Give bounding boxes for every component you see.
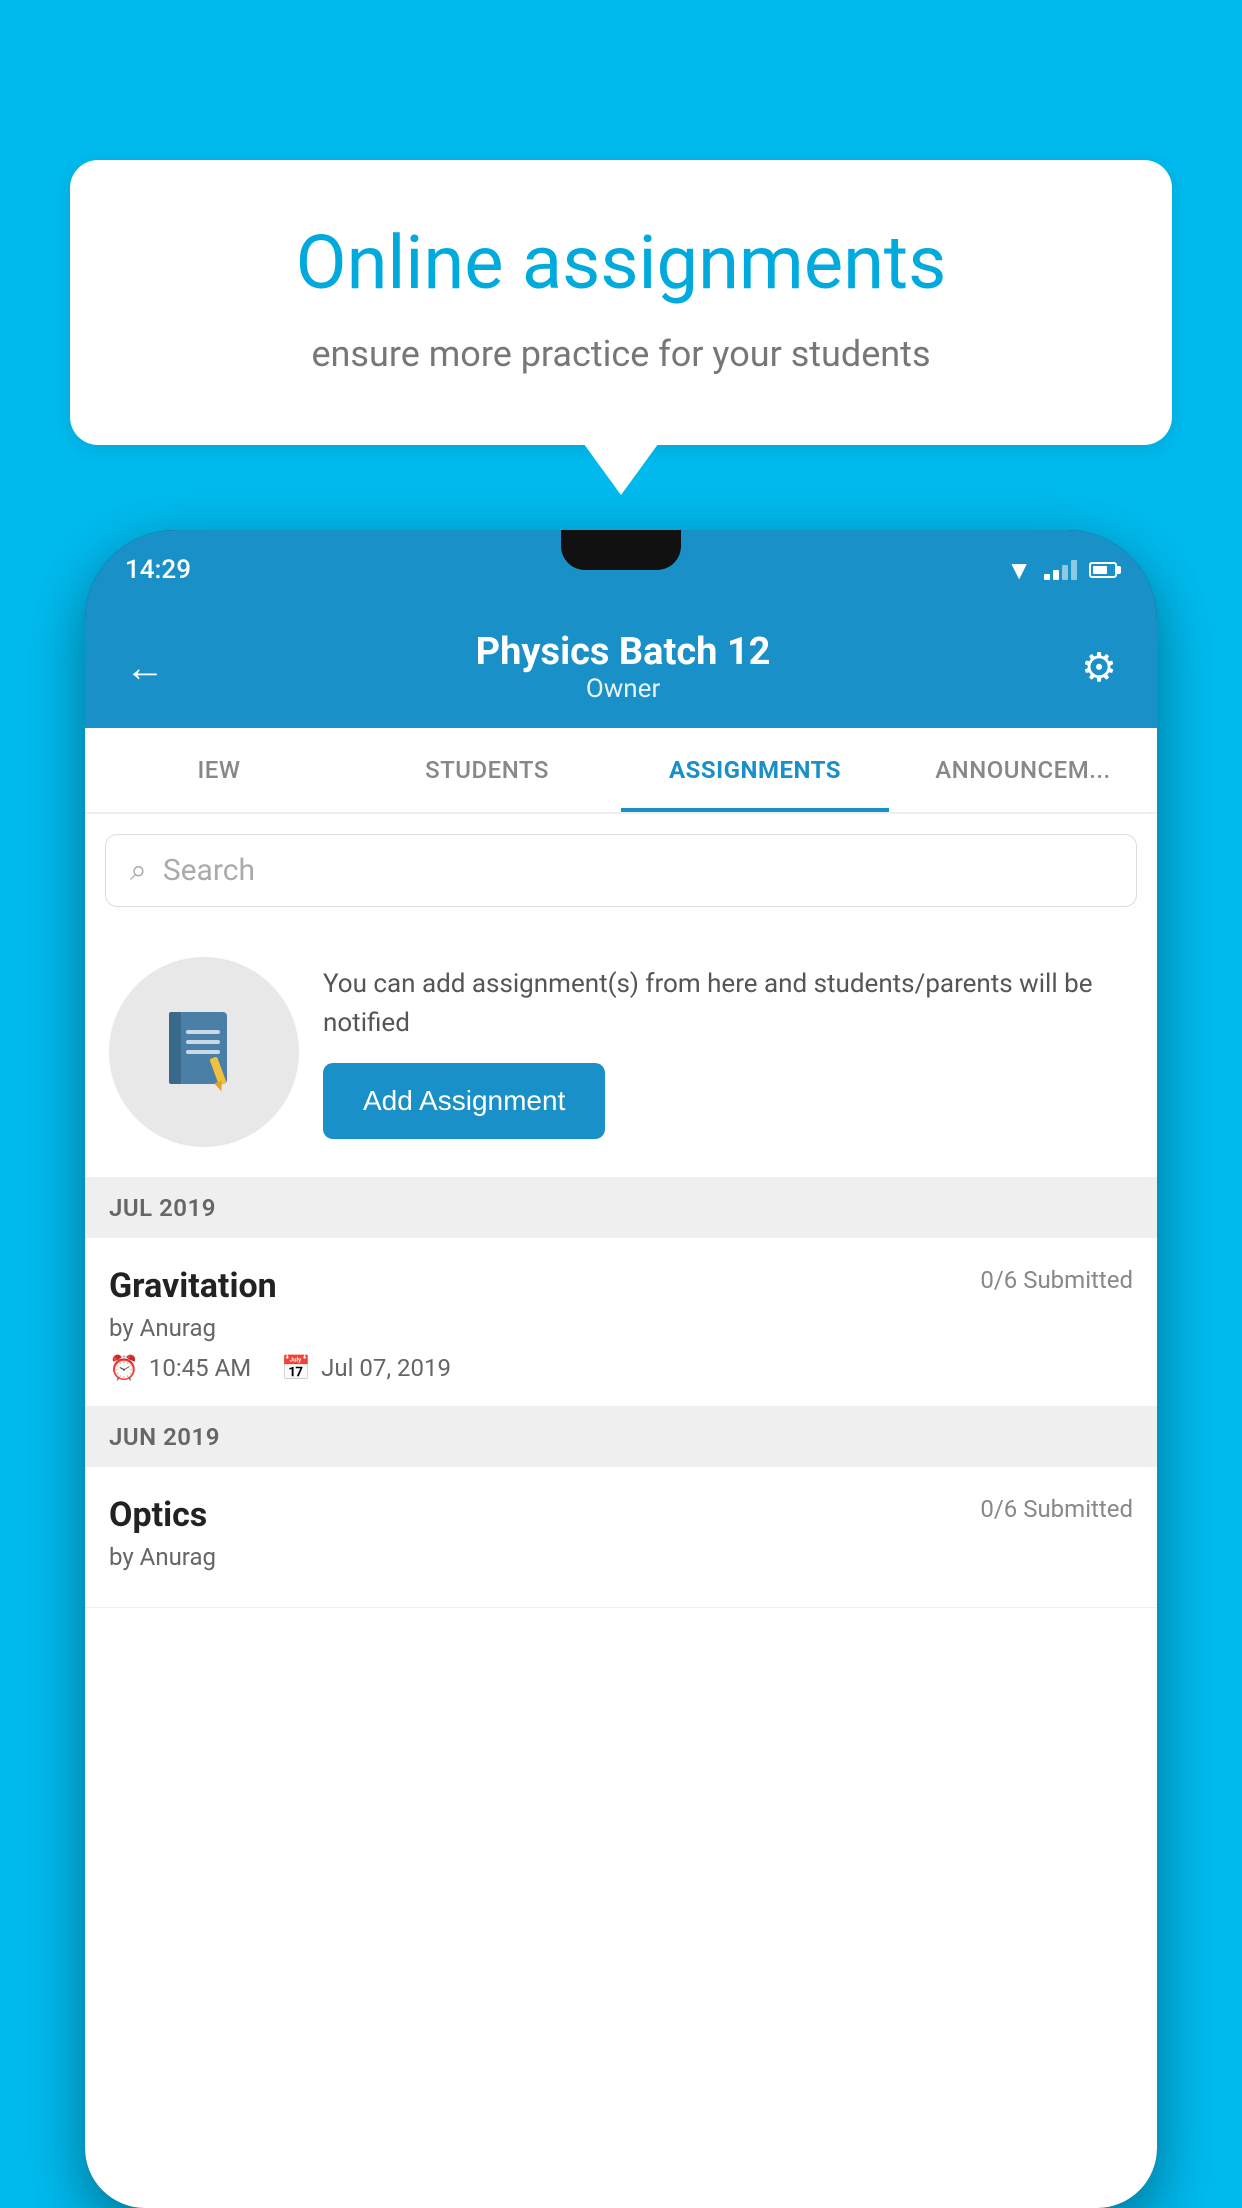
assignment-info-text: You can add assignment(s) from here and … xyxy=(323,965,1133,1043)
calendar-icon: 📅 xyxy=(281,1354,311,1382)
search-icon: ⌕ xyxy=(130,853,147,888)
battery-icon xyxy=(1089,562,1117,578)
tab-assignments[interactable]: ASSIGNMENTS xyxy=(621,728,889,812)
speech-bubble-title: Online assignments xyxy=(140,220,1102,309)
status-bar: 14:29 ▼ xyxy=(85,530,1157,610)
assignment-submitted: 0/6 Submitted xyxy=(980,1266,1133,1294)
assignment-date-value: Jul 07, 2019 xyxy=(321,1354,451,1382)
speech-bubble-container: Online assignments ensure more practice … xyxy=(70,160,1172,445)
assignment-item-gravitation[interactable]: Gravitation 0/6 Submitted by Anurag ⏰ 10… xyxy=(85,1238,1157,1407)
tabs-bar: IEW STUDENTS ASSIGNMENTS ANNOUNCEM... xyxy=(85,728,1157,814)
assignment-item-optics[interactable]: Optics 0/6 Submitted by Anurag xyxy=(85,1467,1157,1608)
assignment-meta: ⏰ 10:45 AM 📅 Jul 07, 2019 xyxy=(109,1354,1133,1382)
assignment-item-top: Gravitation 0/6 Submitted xyxy=(109,1266,1133,1306)
tab-students[interactable]: STUDENTS xyxy=(353,728,621,812)
tab-iew[interactable]: IEW xyxy=(85,728,353,812)
assignment-icon-circle xyxy=(109,957,299,1147)
assignment-info: You can add assignment(s) from here and … xyxy=(323,965,1133,1139)
add-assignment-button[interactable]: Add Assignment xyxy=(323,1063,605,1139)
status-icons: ▼ xyxy=(1006,555,1117,586)
header-title-block: Physics Batch 12 Owner xyxy=(476,630,771,704)
back-button[interactable]: ← xyxy=(125,644,165,691)
status-time: 14:29 xyxy=(125,555,191,585)
assignment-item-top-optics: Optics 0/6 Submitted xyxy=(109,1495,1133,1535)
phone-notch xyxy=(561,530,681,570)
speech-bubble: Online assignments ensure more practice … xyxy=(70,160,1172,445)
assignment-submitted-optics: 0/6 Submitted xyxy=(980,1495,1133,1523)
speech-bubble-subtitle: ensure more practice for your students xyxy=(140,333,1102,375)
app-header: ← Physics Batch 12 Owner ⚙ xyxy=(85,610,1157,728)
search-bar[interactable]: ⌕ Search xyxy=(105,834,1137,907)
search-placeholder: Search xyxy=(163,853,255,888)
signal-bars-icon xyxy=(1044,560,1077,580)
assignment-time-value: 10:45 AM xyxy=(149,1354,251,1382)
wifi-icon: ▼ xyxy=(1006,555,1032,586)
header-subtitle: Owner xyxy=(476,674,771,704)
phone-frame: 14:29 ▼ ← Physics Batch 12 Owner ⚙ xyxy=(85,530,1157,2208)
assignment-author-optics: by Anurag xyxy=(109,1543,1133,1571)
phone-content: ⌕ Search Y xyxy=(85,814,1157,2208)
assignment-date: 📅 Jul 07, 2019 xyxy=(281,1354,451,1382)
header-title: Physics Batch 12 xyxy=(476,630,771,674)
assignment-time: ⏰ 10:45 AM xyxy=(109,1354,251,1382)
section-header-jul: JUL 2019 xyxy=(85,1178,1157,1238)
assignment-name-optics: Optics xyxy=(109,1495,207,1535)
add-assignment-section: You can add assignment(s) from here and … xyxy=(85,927,1157,1178)
assignment-name: Gravitation xyxy=(109,1266,277,1306)
notebook-icon xyxy=(154,1002,254,1102)
clock-icon: ⏰ xyxy=(109,1354,139,1382)
assignment-author: by Anurag xyxy=(109,1314,1133,1342)
tab-announcements[interactable]: ANNOUNCEM... xyxy=(889,728,1157,812)
section-header-jun: JUN 2019 xyxy=(85,1407,1157,1467)
settings-button[interactable]: ⚙ xyxy=(1081,644,1117,691)
